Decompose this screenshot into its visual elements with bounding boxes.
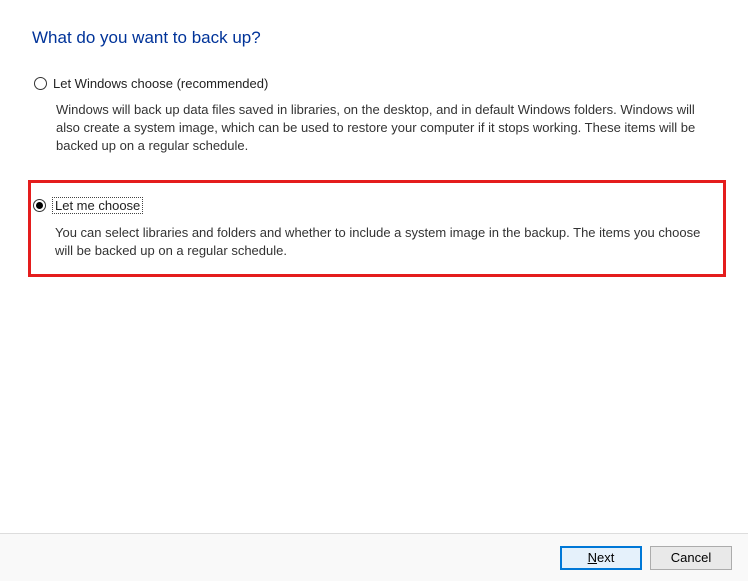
option-let-windows-choose[interactable]: Let Windows choose (recommended) Windows…: [32, 72, 716, 160]
option-label: Let Windows choose (recommended): [53, 76, 268, 91]
option-header[interactable]: Let Windows choose (recommended): [34, 76, 714, 91]
radio-dot-icon: [36, 202, 43, 209]
option-description: You can select libraries and folders and…: [55, 224, 705, 260]
mnemonic: N: [588, 550, 597, 565]
option-description: Windows will back up data files saved in…: [56, 101, 706, 156]
page-title: What do you want to back up?: [32, 28, 716, 48]
next-rest: ext: [597, 550, 614, 565]
option-header[interactable]: Let me choose: [33, 197, 717, 214]
radio-icon[interactable]: [33, 199, 46, 212]
main-content: What do you want to back up? Let Windows…: [0, 0, 748, 277]
option-let-me-choose[interactable]: Let me choose You can select libraries a…: [28, 180, 726, 277]
footer-bar: Next Cancel: [0, 533, 748, 581]
radio-icon[interactable]: [34, 77, 47, 90]
option-label: Let me choose: [52, 197, 143, 214]
cancel-button[interactable]: Cancel: [650, 546, 732, 570]
next-button[interactable]: Next: [560, 546, 642, 570]
